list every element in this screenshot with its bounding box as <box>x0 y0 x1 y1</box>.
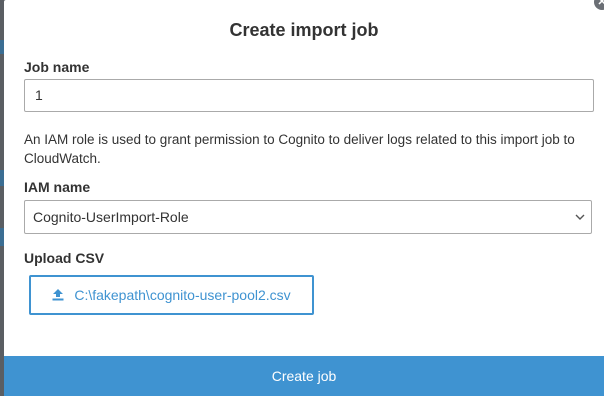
iam-name-select[interactable]: Cognito-UserImport-Role <box>24 200 592 234</box>
iam-name-label: IAM name <box>24 179 91 195</box>
upload-file-name: C:\fakepath\cognito-user-pool2.csv <box>74 287 291 303</box>
chevron-down-icon <box>575 201 585 233</box>
upload-icon <box>52 289 64 301</box>
upload-csv-label: Upload CSV <box>24 250 105 266</box>
job-name-label: Job name <box>24 59 90 75</box>
upload-csv-button[interactable]: C:\fakepath\cognito-user-pool2.csv <box>29 275 314 315</box>
create-job-button[interactable]: Create job <box>4 356 604 396</box>
modal-title: Create import job <box>229 20 379 40</box>
job-name-input[interactable]: 1 <box>24 79 594 112</box>
iam-name-selected-value: Cognito-UserImport-Role <box>33 209 189 225</box>
close-icon[interactable]: ✕ <box>594 0 604 10</box>
create-import-job-modal: ✕ Create import job Job name 1 An IAM ro… <box>4 0 604 396</box>
iam-role-description: An IAM role is used to grant permission … <box>24 132 575 166</box>
